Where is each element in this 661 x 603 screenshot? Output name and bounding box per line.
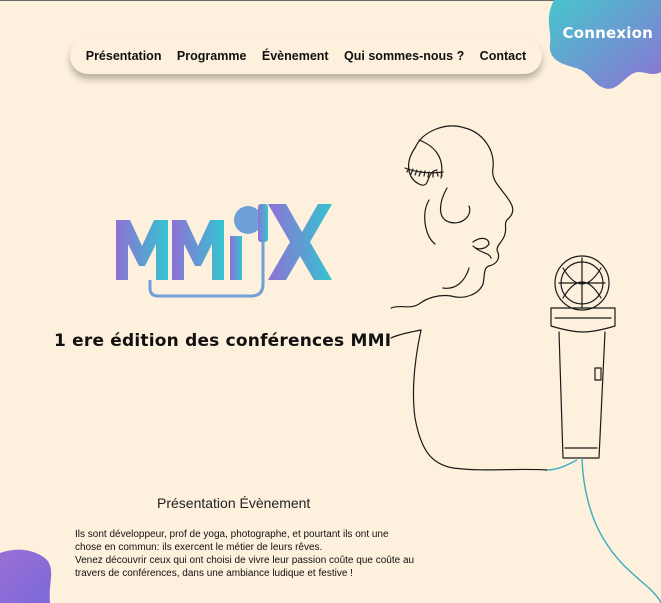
nav-item-evenement[interactable]: Évènement: [262, 49, 329, 63]
presentation-text: Ils sont développeur, prof de yoga, phot…: [75, 528, 415, 580]
presentation-paragraph-2: Venez découvrir ceux qui ont choisi de v…: [75, 555, 415, 579]
hero-title: 1 ere édition des conférences MMI: [54, 331, 392, 351]
nav-item-presentation[interactable]: Présentation: [86, 49, 162, 63]
presentation-paragraph-1: Ils sont développeur, prof de yoga, phot…: [75, 529, 389, 553]
nav-item-about[interactable]: Qui sommes-nous ?: [344, 49, 464, 63]
connexion-blob-shape[interactable]: [546, 0, 661, 92]
singer-illustration: [390, 125, 661, 603]
decorative-blob: [0, 549, 52, 603]
section-heading-presentation: Présentation Évènement: [157, 495, 311, 511]
mmix-logo: [116, 204, 332, 298]
main-navbar: Présentation Programme Évènement Qui som…: [70, 38, 542, 74]
nav-item-contact[interactable]: Contact: [480, 49, 527, 63]
nav-item-programme[interactable]: Programme: [177, 49, 246, 63]
connexion-button[interactable]: Connexion: [563, 24, 653, 42]
